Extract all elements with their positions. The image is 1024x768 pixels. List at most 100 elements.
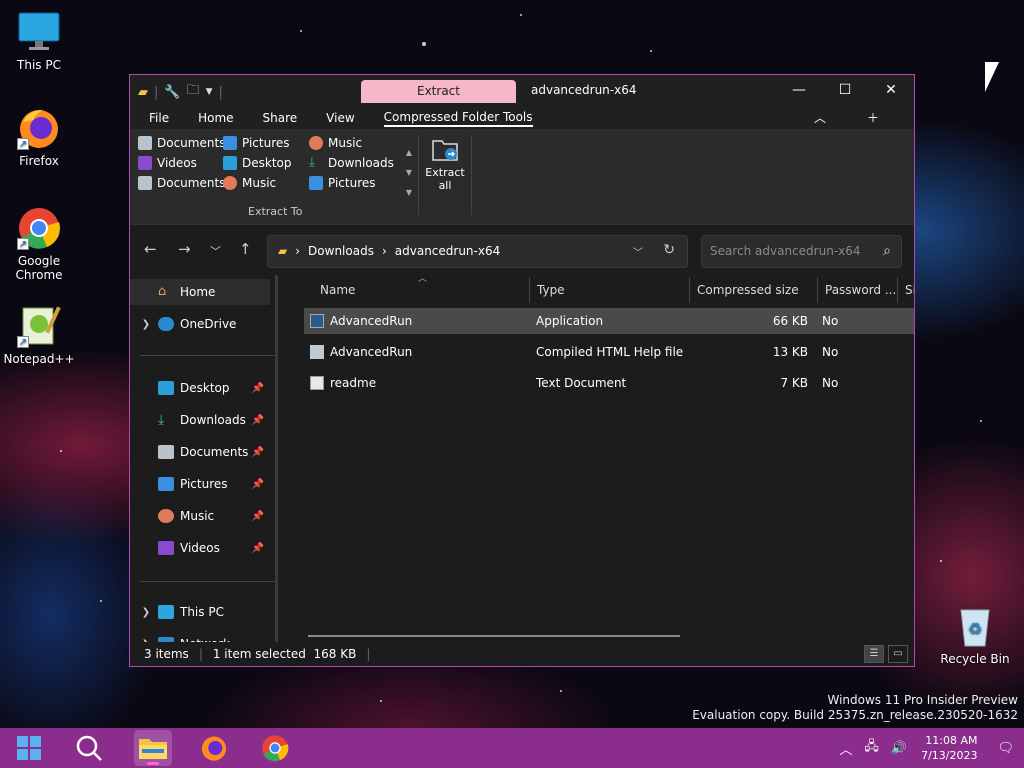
sidebar-item-home[interactable]: ⌂ Home (130, 279, 270, 305)
column-header-password[interactable]: Password ... (818, 277, 898, 303)
column-header-compressed-size[interactable]: Compressed size (690, 277, 818, 303)
svg-text:♻: ♻ (968, 619, 982, 638)
minimize-button[interactable]: — (776, 75, 822, 105)
window-controls: — ☐ ✕ (776, 75, 914, 105)
horizontal-scrollbar[interactable] (308, 635, 680, 637)
search-input[interactable]: Search advancedrun-x64 ⌕ (701, 235, 902, 268)
extract-to-music[interactable]: Music (309, 135, 399, 151)
extract-to-pictures[interactable]: Pictures (223, 135, 309, 151)
column-headers: Name Type Compressed size Password ... S… (290, 277, 914, 303)
chevron-down-icon[interactable]: ▼ (404, 163, 414, 183)
chevron-down-icon[interactable]: ▼ (206, 87, 213, 97)
star (650, 50, 652, 52)
file-row-advancedrun-exe[interactable]: AdvancedRun Application 66 KB No (304, 308, 914, 334)
extract-to-pictures-2[interactable]: Pictures (309, 175, 399, 191)
pin-icon[interactable]: 📌 (252, 479, 264, 490)
sidebar-item-label: Documents (180, 445, 249, 459)
gallery-more-icon[interactable]: ▼ (404, 183, 414, 203)
new-folder-icon[interactable]: 🗀 (187, 81, 200, 103)
file-row-readme[interactable]: readme Text Document 7 KB No (304, 370, 914, 396)
download-icon: ⤓ (158, 412, 165, 428)
add-icon[interactable]: ＋ (867, 109, 879, 126)
extract-to-documents[interactable]: Documents (138, 135, 225, 151)
pin-icon[interactable]: 📌 (252, 543, 264, 554)
sidebar-item-music[interactable]: Music 📌 (130, 503, 270, 529)
breadcrumb-current[interactable]: advancedrun-x64 (395, 244, 500, 258)
search-button[interactable] (70, 730, 108, 766)
extract-to-desktop[interactable]: Desktop (223, 155, 309, 171)
maximize-button[interactable]: ☐ (822, 75, 868, 105)
extract-to-downloads[interactable]: ⤓ Downloads (309, 155, 399, 171)
up-button[interactable]: ↑ (239, 240, 252, 258)
details-view-icon[interactable]: ☰ (864, 645, 884, 663)
desktop-icon-label: Recycle Bin (940, 652, 1010, 666)
tab-view[interactable]: View (326, 111, 354, 125)
sidebar-item-downloads[interactable]: ⤓ Downloads 📌 (130, 407, 270, 433)
volume-icon[interactable]: 🔊 (891, 741, 907, 756)
taskbar-file-explorer[interactable] (134, 730, 172, 766)
desktop-icon-firefox[interactable]: ↗ Firefox (3, 106, 75, 168)
desktop-icon-this-pc[interactable]: This PC (3, 10, 75, 72)
tab-share[interactable]: Share (263, 111, 298, 125)
sidebar-item-this-pc[interactable]: ❯ This PC (130, 599, 270, 625)
large-icons-view-icon[interactable]: ▭ (888, 645, 908, 663)
pin-icon[interactable]: 📌 (252, 447, 264, 458)
sidebar-item-pictures[interactable]: Pictures 📌 (130, 471, 270, 497)
extract-all-button[interactable]: Extract all (424, 137, 466, 192)
taskbar: ︿ 🖧 🔊 11:08 AM 7/13/2023 🗨 (0, 728, 1024, 768)
forward-button[interactable]: → (178, 240, 191, 258)
sidebar-item-onedrive[interactable]: ❯ OneDrive (130, 311, 270, 337)
desktop-icon-chrome[interactable]: ↗ Google Chrome (3, 206, 75, 282)
taskbar-firefox[interactable] (195, 730, 233, 766)
breadcrumb-downloads[interactable]: Downloads (308, 244, 374, 258)
column-header-name[interactable]: Name (290, 277, 530, 303)
sidebar-item-desktop[interactable]: Desktop 📌 (130, 375, 270, 401)
tab-home[interactable]: Home (198, 111, 233, 125)
sidebar-item-videos[interactable]: Videos 📌 (130, 535, 270, 561)
desktop-icon-label: Notepad++ (3, 352, 75, 366)
refresh-icon[interactable]: ↻ (663, 242, 675, 258)
clock[interactable]: 11:08 AM 7/13/2023 (921, 733, 977, 763)
properties-icon[interactable]: 🔧 (164, 85, 180, 100)
chevron-down-icon[interactable]: ﹀ (633, 244, 643, 259)
watermark-line: Evaluation copy. Build 25375.zn_release.… (692, 708, 1018, 722)
recent-locations-button[interactable]: ﹀ (210, 243, 221, 259)
network-icon[interactable]: 🖧 (864, 737, 879, 759)
chevron-right-icon[interactable]: ❯ (138, 607, 154, 618)
address-bar[interactable]: ▰ › Downloads › advancedrun-x64 ﹀ ↻ (267, 235, 688, 268)
chevron-up-icon[interactable]: ︿ (839, 739, 852, 758)
column-header-size[interactable]: Si (898, 277, 914, 303)
file-name: readme (330, 375, 377, 390)
close-button[interactable]: ✕ (868, 75, 914, 105)
extract-to-documents-2[interactable]: Documents (138, 175, 225, 191)
collapse-ribbon-icon[interactable]: ︿ (814, 109, 826, 126)
sidebar-scrollbar[interactable] (275, 275, 278, 645)
desktop-icon-recycle-bin[interactable]: ♻ Recycle Bin (939, 604, 1011, 666)
extract-to-music-2[interactable]: Music (223, 175, 309, 191)
chevron-right-icon[interactable]: ❯ (138, 319, 154, 330)
tab-file[interactable]: File (149, 111, 169, 125)
music-icon (158, 509, 174, 523)
notifications-icon[interactable]: 🗨 (997, 741, 1014, 756)
back-button[interactable]: ← (144, 240, 157, 258)
pin-icon[interactable]: 📌 (252, 415, 264, 426)
star (560, 690, 562, 692)
extract-to-videos[interactable]: Videos (138, 155, 223, 171)
file-row-advancedrun-chm[interactable]: AdvancedRun Compiled HTML Help file 13 K… (304, 339, 914, 365)
status-selection: 1 item selected 168 KB (212, 647, 357, 661)
start-button[interactable] (10, 730, 48, 766)
chevron-up-icon[interactable]: ▲ (404, 143, 414, 163)
pin-icon[interactable]: 📌 (252, 383, 264, 394)
gallery-scroll[interactable]: ▲ ▼ ▼ (404, 143, 414, 203)
pin-icon[interactable]: 📌 (252, 511, 264, 522)
system-tray: ︿ 🖧 🔊 11:08 AM 7/13/2023 🗨 (833, 728, 1024, 768)
desktop-icon-notepad-plus-plus[interactable]: ↗ Notepad++ (3, 304, 75, 366)
column-header-type[interactable]: Type (530, 277, 690, 303)
tab-extract-contextual[interactable]: Extract (361, 80, 516, 103)
folder-icon[interactable]: ▰ (138, 85, 148, 100)
sidebar-item-documents[interactable]: Documents 📌 (130, 439, 270, 465)
clock-date: 7/13/2023 (921, 749, 978, 762)
taskbar-chrome[interactable] (256, 730, 294, 766)
sidebar-item-label: Desktop (180, 381, 230, 395)
tab-compressed-folder-tools[interactable]: Compressed Folder Tools (383, 110, 533, 127)
